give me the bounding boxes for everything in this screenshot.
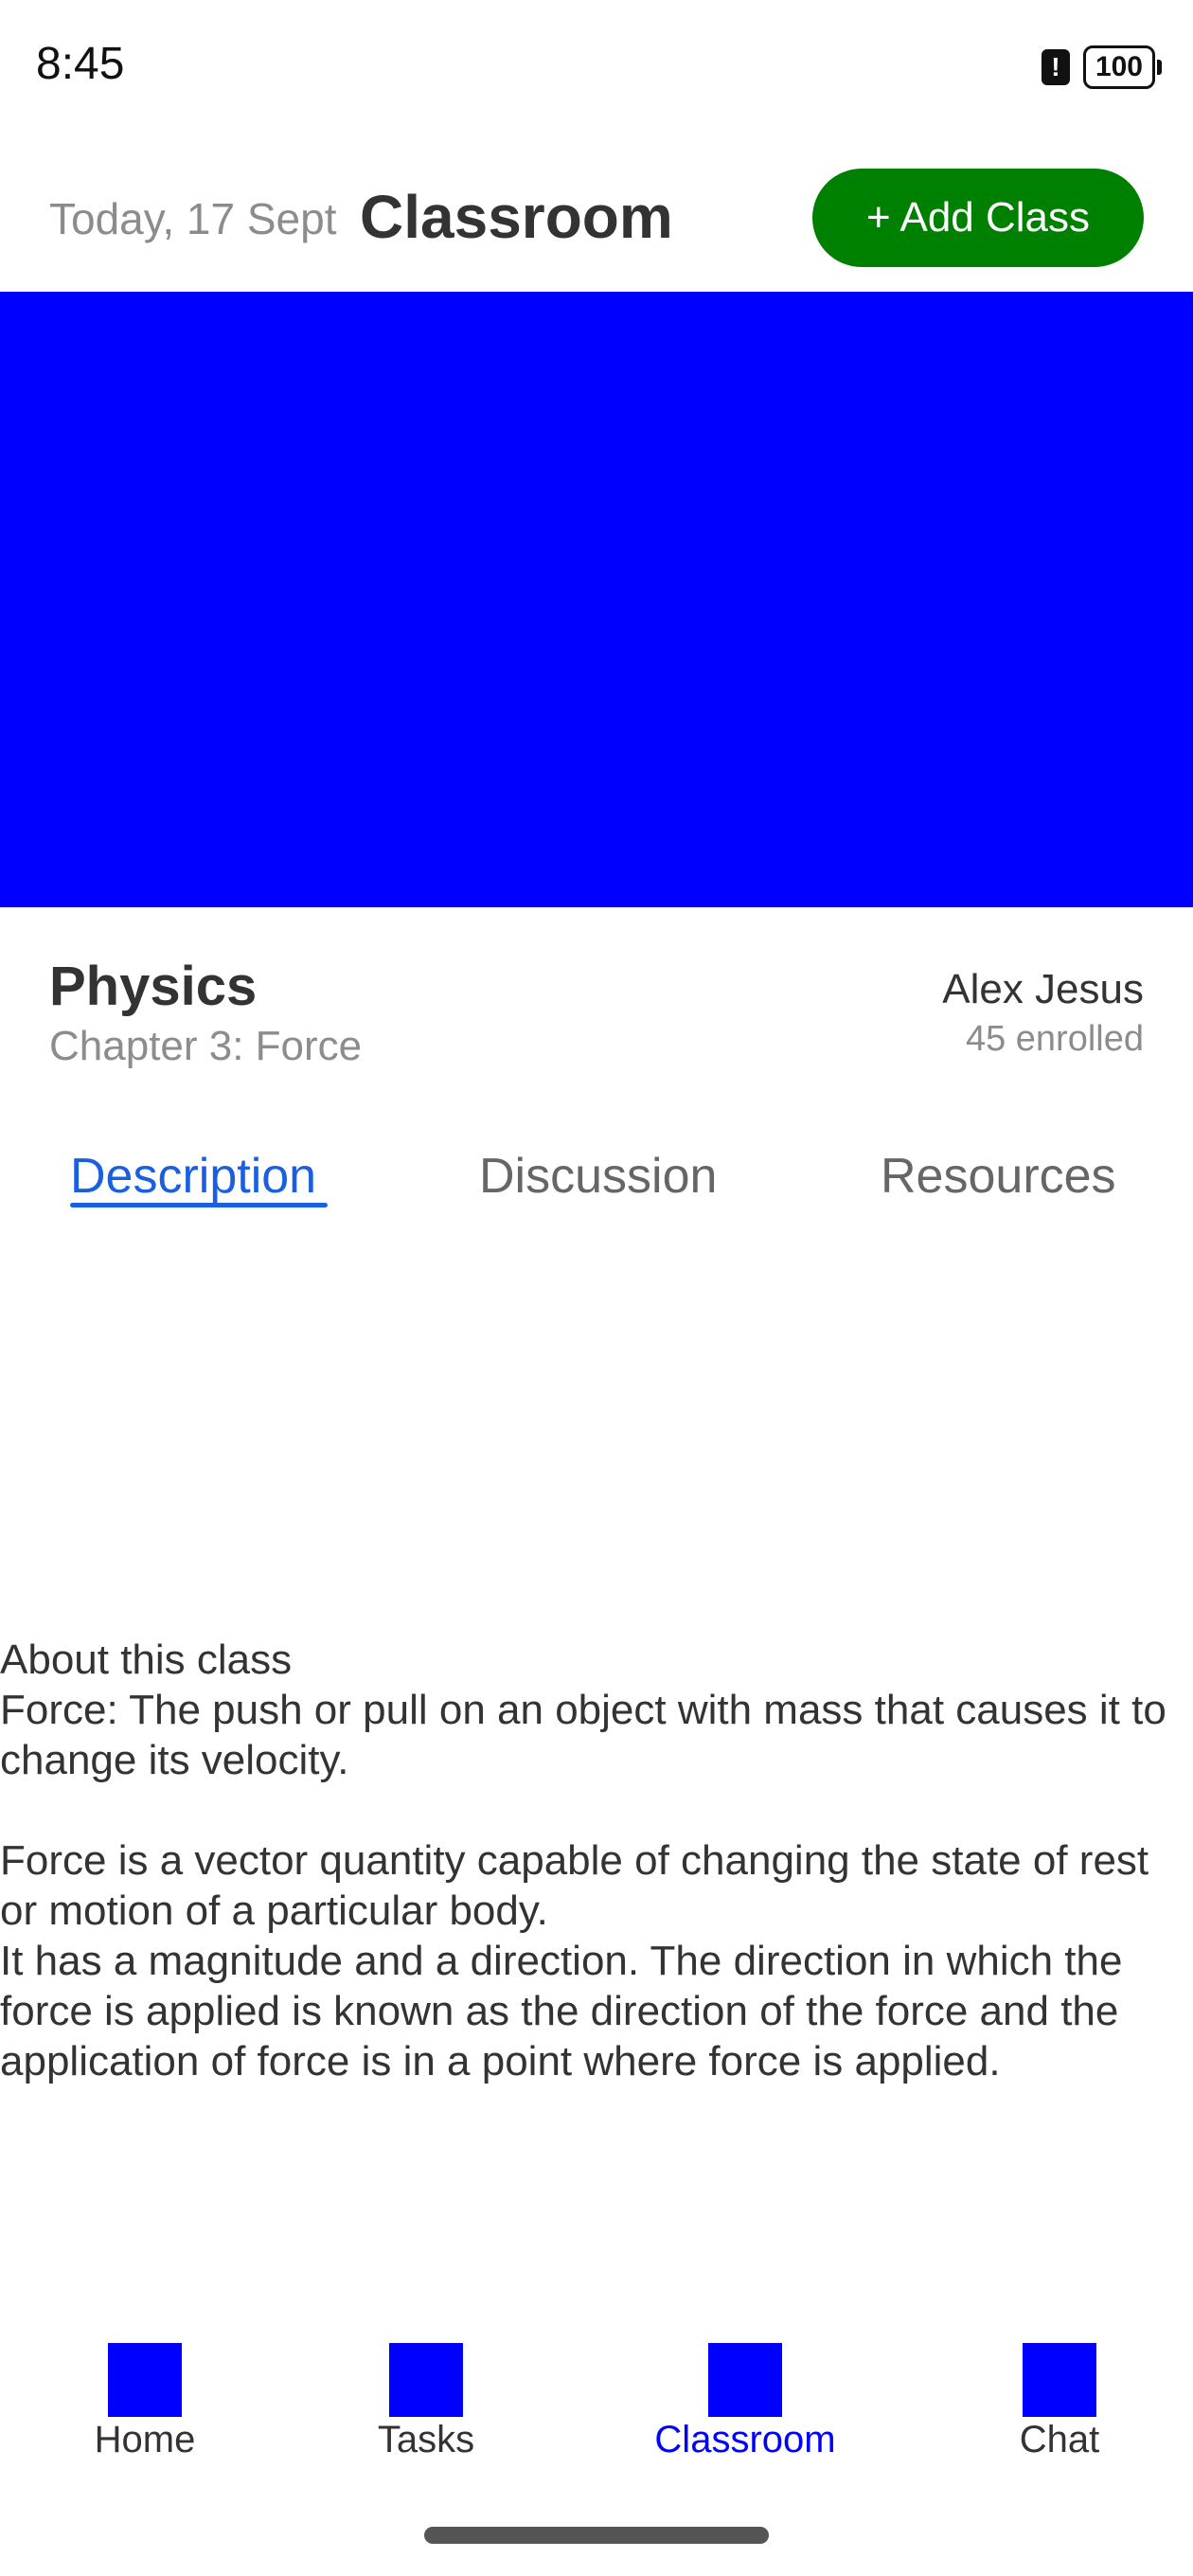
status-bar: 8:45 ! 100 (0, 0, 1193, 133)
class-banner-image (0, 292, 1193, 907)
home-icon (108, 2343, 182, 2417)
class-subject: Physics (49, 956, 258, 1017)
app-header: Today, 17 Sept Classroom + Add Class (0, 161, 1193, 284)
header-date: Today, 17 Sept (49, 194, 337, 243)
home-indicator[interactable] (424, 2527, 769, 2544)
alert-icon: ! (1041, 49, 1070, 85)
add-class-button[interactable]: + Add Class (812, 169, 1144, 267)
classroom-icon (708, 2343, 782, 2417)
class-description: About this class Force: The push or pull… (0, 1635, 1193, 2086)
nav-label-tasks: Tasks (377, 2419, 475, 2460)
enrolled-count: 45 enrolled (965, 1019, 1144, 1059)
nav-item-tasks[interactable]: Tasks (331, 2343, 521, 2461)
class-chapter: Chapter 3: Force (49, 1023, 363, 1069)
page-title: Classroom (360, 183, 673, 251)
battery-icon: 100 (1082, 45, 1163, 89)
description-body: Force: The push or pull on an object wit… (0, 1687, 1166, 2084)
nav-label-classroom: Classroom (654, 2419, 836, 2460)
class-teacher[interactable]: Alex Jesus (942, 966, 1144, 1013)
tab-resources[interactable]: Resources (881, 1148, 1116, 1205)
tab-description[interactable]: Description (70, 1148, 316, 1205)
bottom-navigation: Home Tasks Classroom Chat (0, 2343, 1193, 2476)
nav-item-chat[interactable]: Chat (965, 2343, 1154, 2461)
status-time: 8:45 (36, 39, 125, 89)
tab-discussion[interactable]: Discussion (479, 1148, 717, 1205)
class-info: Physics Chapter 3: Force Alex Jesus 45 e… (0, 947, 1193, 1080)
nav-item-classroom[interactable]: Classroom (650, 2343, 840, 2461)
nav-label-home: Home (94, 2419, 196, 2460)
status-icons: ! 100 (1041, 45, 1163, 89)
class-tabs: Description Discussion Resources (0, 1136, 1193, 1231)
tasks-icon (389, 2343, 463, 2417)
chat-icon (1023, 2343, 1096, 2417)
nav-label-chat: Chat (1019, 2419, 1100, 2460)
description-heading: About this class (0, 1637, 293, 1683)
nav-item-home[interactable]: Home (50, 2343, 240, 2461)
active-tab-indicator (70, 1203, 328, 1208)
